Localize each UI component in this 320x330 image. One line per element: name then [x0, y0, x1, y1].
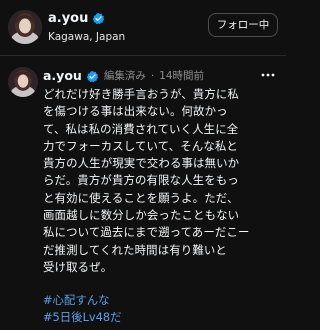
post-body: どれだけ好き勝手言おうが、貴方に私 を傷つける事は出来ない。何故かっ て、私は私… [43, 86, 279, 276]
avatar[interactable] [8, 10, 42, 44]
meta-separator: · [150, 70, 155, 82]
post-body-line: らだ。貴方が貴方の有限な人生をもっ [43, 173, 239, 188]
post-username[interactable]: a.you [43, 68, 82, 84]
post-body-line: 画面越しに数分しか会ったこともない [43, 208, 240, 223]
post-avatar-image [8, 67, 38, 97]
verified-icon [86, 70, 99, 82]
hashtag-link[interactable]: #5日後Lv48だ [43, 309, 122, 326]
avatar-image [8, 10, 42, 44]
edited-label: 編集済み [103, 70, 146, 82]
post-body-line: を傷つける事は出来ない。何故かっ [43, 104, 228, 119]
post-body-line: どれだけ好き勝手言おうが、貴方に私 [43, 87, 239, 101]
post-body-line: 貴方の人生が現実で交わる事は無いか [43, 156, 240, 171]
post-meta-row: a.you 編集済み · 14時間前 [43, 68, 204, 84]
hashtag-list: #心配すんな #5日後Lv48だ [43, 292, 122, 326]
post-body-line: だ推測してくれた時間は有り難いと [43, 242, 227, 257]
profile-header: a.you Kagawa, Japan フォロー中 [0, 0, 286, 56]
post-body-line: 力でフォーカスしていて、そんな私と [43, 138, 238, 153]
verified-icon [93, 12, 105, 25]
following-button[interactable]: フォロー中 [208, 13, 278, 37]
profile-location: Kagawa, Japan [48, 31, 126, 43]
post-body-line: 受け取るぜ。 [43, 259, 113, 274]
post-body-line: と有効に使えることを願うよ。ただ、 [43, 190, 239, 205]
profile-username[interactable]: a.you [48, 11, 88, 27]
hashtag-link[interactable]: #心配すんな [43, 292, 122, 309]
post: a.you 編集済み · 14時間前 どれだけ好き勝手言おうが、貴方に私 を傷つ… [0, 56, 286, 330]
post-body-line: 私について過去にまで遡ってあーだこー [43, 225, 250, 240]
profile-name-row: a.you [48, 10, 105, 27]
post-body-line: て、私は私の消費されていく人生に全 [43, 121, 239, 136]
post-avatar[interactable] [8, 67, 38, 97]
more-icon[interactable] [260, 69, 276, 81]
post-timestamp[interactable]: 14時間前 [159, 68, 204, 84]
